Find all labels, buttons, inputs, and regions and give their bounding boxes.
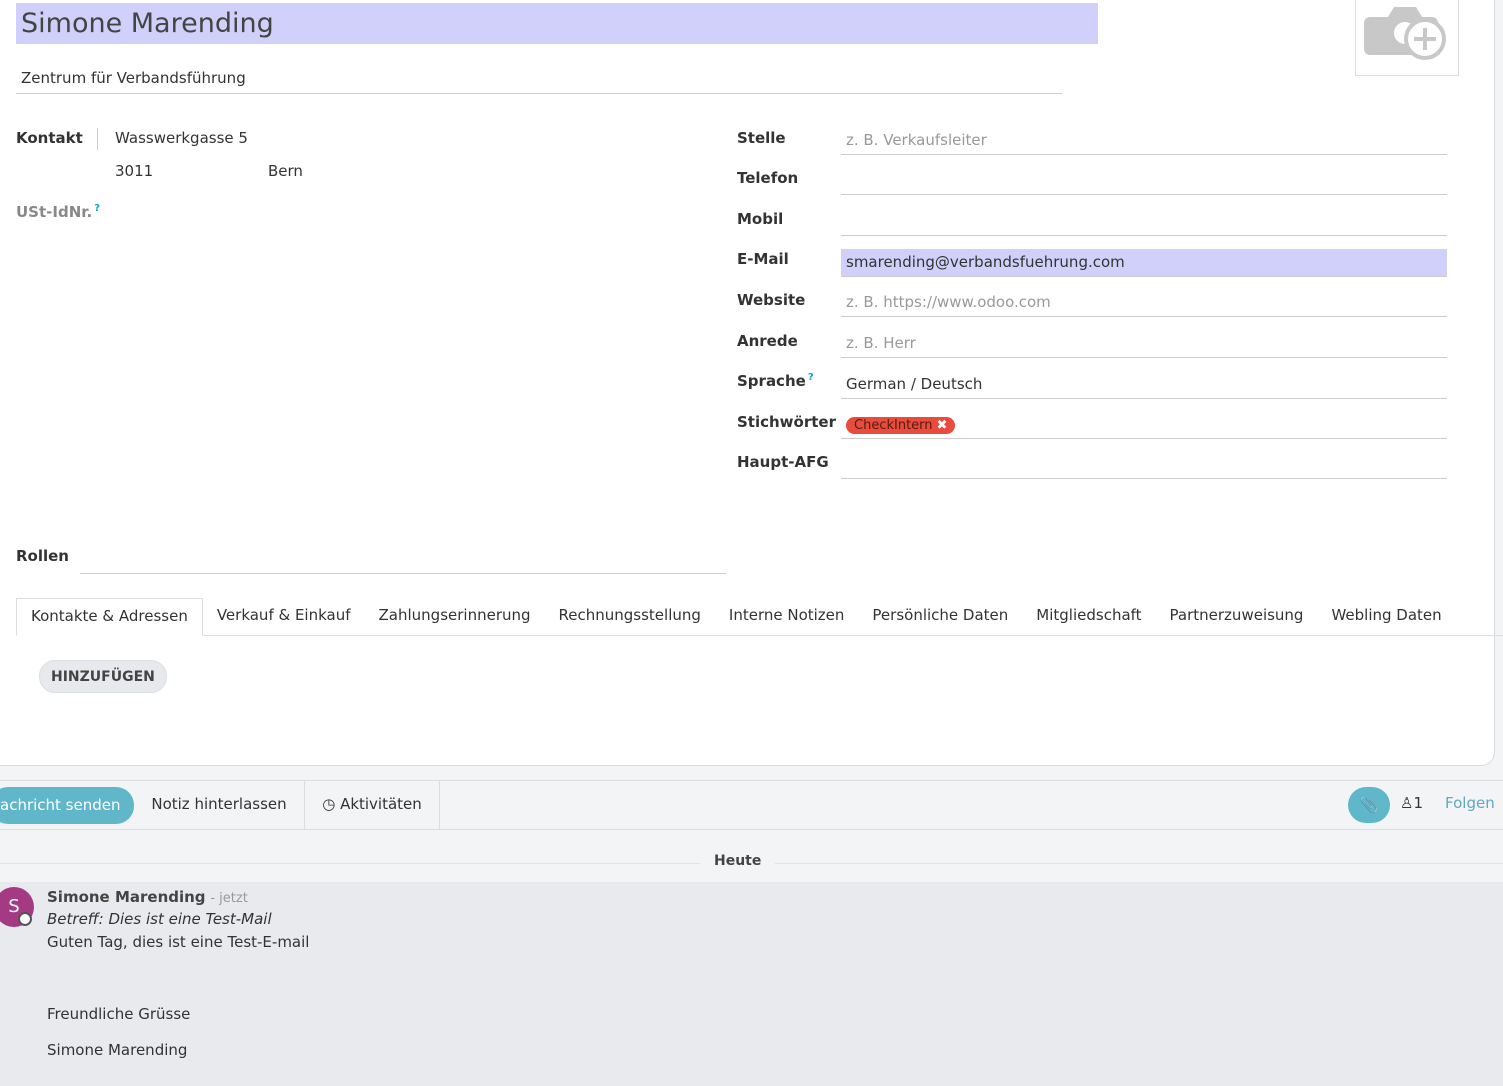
help-icon[interactable]: ? (94, 203, 100, 214)
company-field[interactable]: Zentrum für Verbandsführung (16, 66, 1062, 94)
website-placeholder: z. B. https://www.odoo.com (846, 293, 1051, 311)
tag-label: CheckIntern (854, 418, 933, 433)
vat-label-text: USt-IdNr. (16, 203, 93, 221)
message-body-line: Guten Tag, dies ist eine Test-E-mail (47, 933, 310, 951)
status-dot-icon (18, 912, 32, 926)
sprache-label-text: Sprache (737, 372, 806, 390)
website-field[interactable]: z. B. https://www.odoo.com (841, 289, 1447, 317)
tab-membership[interactable]: Mitgliedschaft (1022, 598, 1155, 635)
message-body-line: Freundliche Grüsse (47, 1005, 191, 1023)
name-field[interactable]: Simone Marending (16, 3, 1098, 44)
notebook-tabs: Kontakte & Adressen Verkauf & Einkauf Za… (16, 598, 1503, 636)
help-icon[interactable]: ? (808, 372, 814, 383)
tab-payment-reminder[interactable]: Zahlungserinnerung (365, 598, 545, 635)
activities-button[interactable]: ◷ Aktivitäten (305, 781, 440, 829)
tab-invoicing[interactable]: Rechnungsstellung (545, 598, 715, 635)
telefon-label: Telefon (737, 169, 799, 187)
camera-plus-icon (1364, 7, 1446, 60)
message-subject: Betreff: Dies ist eine Test-Mail (47, 910, 272, 928)
date-label: Heute (700, 853, 776, 869)
tags-label: Stichwörter (737, 413, 836, 431)
clock-icon: ◷ (322, 795, 336, 813)
stelle-field[interactable]: z. B. Verkaufsleiter (841, 127, 1447, 155)
user-icon: ♙ (1400, 794, 1414, 812)
website-label: Website (737, 291, 806, 309)
message-body-line: Simone Marending (47, 1041, 188, 1059)
sprache-field[interactable]: German / Deutsch (841, 371, 1447, 399)
tags-field[interactable]: CheckIntern ✖ (841, 411, 1447, 439)
add-button[interactable]: HINZUFÜGEN (39, 660, 167, 693)
attachment-button[interactable]: 📎 (1348, 787, 1390, 823)
zip-field[interactable]: 3011 (115, 162, 153, 180)
follow-button[interactable]: Folgen (1445, 794, 1495, 812)
telefon-field[interactable] (841, 167, 1447, 195)
vat-label: USt-IdNr.? (16, 203, 100, 221)
message-header: Simone Marending - jetzt (47, 888, 248, 906)
email-label: E-Mail (737, 250, 789, 268)
email-field[interactable]: smarending@verbandsfuehrung.com (841, 249, 1447, 277)
activities-label: Aktivitäten (340, 795, 422, 813)
stelle-label: Stelle (737, 129, 786, 147)
tab-sales[interactable]: Verkauf & Einkauf (203, 598, 365, 635)
stelle-placeholder: z. B. Verkaufsleiter (846, 131, 987, 149)
divider (97, 128, 98, 150)
sprache-label: Sprache? (737, 372, 814, 390)
paperclip-icon: 📎 (1359, 796, 1379, 814)
tab-contacts[interactable]: Kontakte & Adressen (16, 598, 203, 636)
roles-label: Rollen (16, 547, 69, 565)
log-note-button[interactable]: Notiz hinterlassen (134, 781, 305, 829)
tab-internal-notes[interactable]: Interne Notizen (715, 598, 859, 635)
send-message-button[interactable]: achricht senden (0, 787, 134, 824)
anrede-placeholder: z. B. Herr (846, 334, 916, 352)
tag-badge: CheckIntern ✖ (846, 417, 956, 434)
mobil-field[interactable] (841, 208, 1447, 236)
followers-button[interactable]: ♙1 (1400, 794, 1423, 812)
haupt-label: Haupt-AFG (737, 453, 829, 471)
message-author[interactable]: Simone Marending (47, 888, 206, 906)
haupt-field[interactable] (841, 451, 1447, 479)
remove-tag-icon[interactable]: ✖ (937, 418, 948, 433)
street-field[interactable]: Wasswerkgasse 5 (115, 129, 248, 147)
kontakt-label: Kontakt (16, 129, 83, 147)
tab-partner-assignment[interactable]: Partnerzuweisung (1156, 598, 1318, 635)
anrede-field[interactable]: z. B. Herr (841, 330, 1447, 358)
followers-count: 1 (1413, 794, 1423, 812)
tab-webling-data[interactable]: Webling Daten (1317, 598, 1455, 635)
tab-personal-data[interactable]: Persönliche Daten (858, 598, 1022, 635)
roles-field[interactable] (80, 573, 726, 574)
mobil-label: Mobil (737, 210, 784, 228)
message-time: - jetzt (210, 891, 248, 906)
anrede-label: Anrede (737, 332, 798, 350)
photo-upload[interactable] (1355, 0, 1459, 76)
city-field[interactable]: Bern (268, 162, 303, 180)
